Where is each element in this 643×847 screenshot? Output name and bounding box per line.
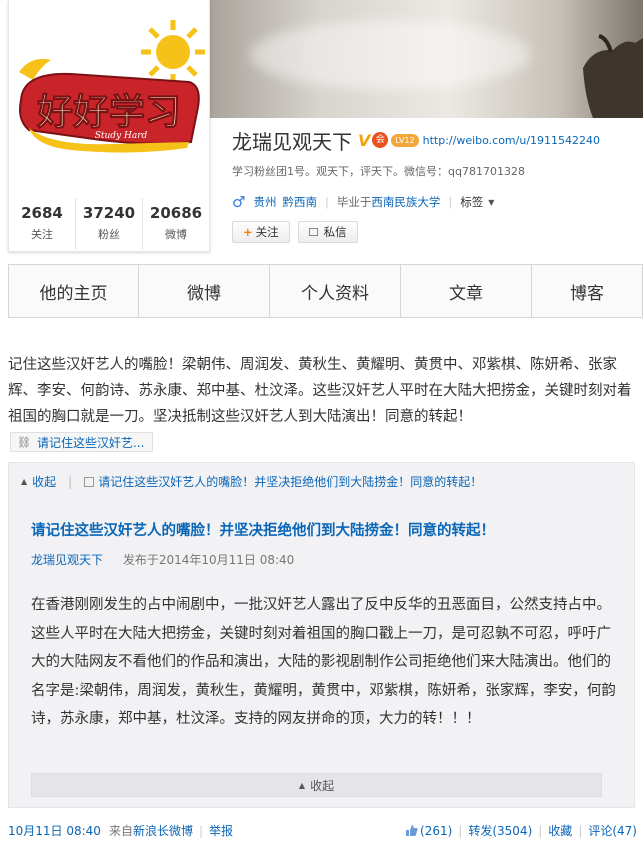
article-open-link[interactable]: 请记住这些汉奸艺人的嘴脸！并坚决拒绝他们到大陆捞金！同意的转起！ <box>98 473 482 490</box>
source-prefix: 来自 <box>108 824 133 838</box>
article-title[interactable]: 请记住这些汉奸艺人的嘴脸！并坚决拒绝他们到大陆捞金！同意的转起！ <box>31 519 495 540</box>
message-button[interactable]: 私信 <box>297 221 358 243</box>
like-button[interactable]: (261) <box>406 824 452 838</box>
divider: | <box>448 195 453 209</box>
open-external-icon <box>84 476 95 487</box>
post-text: 记住这些汉奸艺人的嘴脸！梁朝伟、周润发、黄秋生、黄耀明、黄贯中、邓紫棋、陈妍希、… <box>8 357 632 425</box>
location-row: ♂ 贵州 黔西南 | 毕业于 西南民族大学 | 标签 ▼ <box>232 193 637 211</box>
follow-button-label: 关注 <box>255 225 279 239</box>
profile-header: 好好学习 Study Hard 2684 关注 37240 粉丝 20686 微… <box>0 0 643 260</box>
long-post-link-label: 请记住这些汉奸艺... <box>36 435 145 450</box>
divider: | <box>578 823 583 838</box>
cover-banner <box>210 0 643 118</box>
tags-dropdown[interactable]: 标签 <box>460 194 483 210</box>
collapse-link[interactable]: 收起 <box>32 473 56 490</box>
location-city-link[interactable]: 黔西南 <box>282 194 317 210</box>
post-footer-meta: 10月11日 08:40 来自 新浪长微博 | 举报 <box>8 822 233 839</box>
like-count: (261) <box>420 823 453 838</box>
thumbs-up-icon <box>406 825 418 836</box>
expanded-long-post: ▲ 收起 | 请记住这些汉奸艺人的嘴脸！并坚决拒绝他们到大陆捞金！同意的转起！ … <box>8 462 635 808</box>
name-row: 龙瑞见观天下 V 会 LV12 http://weibo.com/u/19115… <box>232 126 637 154</box>
follow-button[interactable]: + 关注 <box>232 221 290 243</box>
favorite-button[interactable]: 收藏 <box>548 822 572 839</box>
cover-mist <box>250 20 530 90</box>
stat-followers-count: 37240 <box>82 204 136 222</box>
repost-button[interactable]: 转发(3504) <box>468 822 532 839</box>
avatar[interactable]: 好好学习 Study Hard <box>11 0 209 195</box>
long-post-link[interactable]: ⛓ 请记住这些汉奸艺... <box>10 432 154 452</box>
action-buttons: + 关注 私信 <box>232 221 637 243</box>
tab-articles[interactable]: 文章 <box>401 265 532 317</box>
link-icon: ⛓ <box>17 435 31 449</box>
divider: | <box>68 474 73 489</box>
male-gender-icon: ♂ <box>232 193 246 211</box>
post-time-link[interactable]: 10月11日 08:40 <box>8 822 101 839</box>
expanded-toolbar: ▲ 收起 | 请记住这些汉奸艺人的嘴脸！并坚决拒绝他们到大陆捞金！同意的转起！ <box>21 473 482 490</box>
report-link[interactable]: 举报 <box>209 822 233 839</box>
collapse-arrow-icon: ▲ <box>21 477 28 486</box>
message-button-label: 私信 <box>323 225 347 239</box>
svg-text:Study Hard: Study Hard <box>95 131 148 141</box>
envelope-icon <box>308 228 318 236</box>
article-body: 在香港刚刚发生的占中闹剧中，一批汉奸艺人露出了反中反华的丑恶面目，公然支持占中。… <box>31 597 616 727</box>
education-school-link[interactable]: 西南民族大学 <box>371 194 440 210</box>
article-published-time: 发布于2014年10月11日 08:40 <box>122 553 295 567</box>
stat-followers[interactable]: 37240 粉丝 <box>76 198 143 250</box>
article-meta: 龙瑞见观天下 发布于2014年10月11日 08:40 <box>31 551 294 568</box>
avatar-image: 好好学习 Study Hard <box>11 0 209 195</box>
profile-tabs: 他的主页 微博 个人资料 文章 博客 <box>8 264 643 318</box>
stat-posts[interactable]: 20686 微博 <box>143 198 209 250</box>
stat-following-label: 关注 <box>31 228 53 241</box>
stat-posts-label: 微博 <box>165 228 187 241</box>
divider: | <box>198 823 204 838</box>
profile-bio: 学习粉丝团1号。观天下，评天下。微信号：qq781701328 <box>232 165 525 178</box>
profile-url-link[interactable]: http://weibo.com/u/1911542240 <box>423 134 600 147</box>
comment-button[interactable]: 评论(47) <box>588 822 637 839</box>
profile-stats: 2684 关注 37240 粉丝 20686 微博 <box>9 198 209 250</box>
profile-name: 龙瑞见观天下 <box>232 129 352 154</box>
collapse-arrow-icon: ▲ <box>298 780 306 790</box>
svg-text:好好学习: 好好学习 <box>36 91 181 133</box>
stat-following[interactable]: 2684 关注 <box>9 198 76 250</box>
stat-following-count: 2684 <box>21 204 63 222</box>
divider: | <box>324 195 329 209</box>
ox-silhouette-image <box>583 34 643 118</box>
tab-profile-info[interactable]: 个人资料 <box>270 265 401 317</box>
post-source-link[interactable]: 新浪长微博 <box>133 822 193 839</box>
article-author-link[interactable]: 龙瑞见观天下 <box>31 553 103 567</box>
caret-down-icon[interactable]: ▼ <box>488 198 494 207</box>
profile-info: 龙瑞见观天下 V 会 LV12 http://weibo.com/u/19115… <box>232 126 637 243</box>
verified-v-badge[interactable]: V <box>358 131 370 150</box>
tab-home[interactable]: 他的主页 <box>9 265 139 317</box>
stat-followers-label: 粉丝 <box>98 228 120 241</box>
bottom-collapse-label: 收起 <box>310 778 335 793</box>
divider: | <box>458 823 463 838</box>
avatar-card: 好好学习 Study Hard 2684 关注 37240 粉丝 20686 微… <box>8 0 210 252</box>
member-badge-icon[interactable]: 会 <box>372 132 389 148</box>
location-province-link[interactable]: 贵州 <box>253 194 276 210</box>
tab-weibo[interactable]: 微博 <box>139 265 270 317</box>
tab-blog[interactable]: 博客 <box>532 265 642 317</box>
education-prefix: 毕业于 <box>336 195 372 209</box>
stat-posts-count: 20686 <box>149 204 203 222</box>
divider: | <box>538 823 543 838</box>
level-badge[interactable]: LV12 <box>391 133 419 147</box>
bottom-collapse-button[interactable]: ▲ 收起 <box>31 773 602 797</box>
plus-icon: + <box>243 225 253 239</box>
post-actions: (261) | 转发(3504) | 收藏 | 评论(47) <box>406 822 637 839</box>
